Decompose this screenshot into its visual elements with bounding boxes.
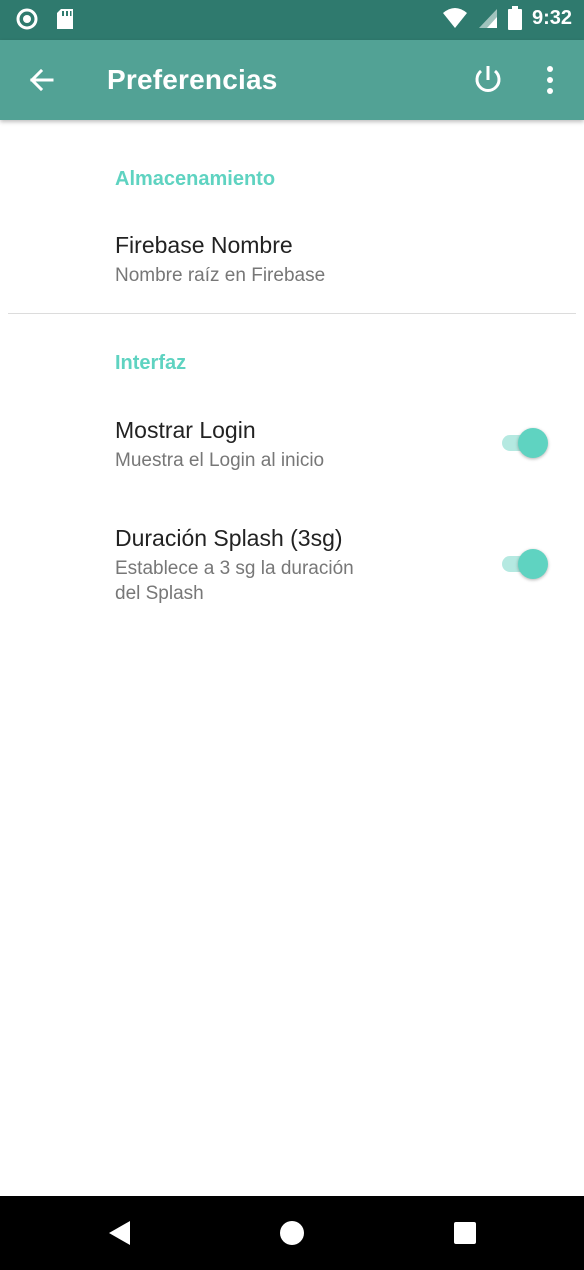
pref-summary: Nombre raíz en Firebase <box>115 265 326 286</box>
arrow-left-icon[interactable] <box>24 62 60 98</box>
pref-title: Mostrar Login <box>115 417 256 443</box>
app-bar: Preferencias <box>0 40 584 120</box>
nav-bar <box>0 1196 584 1270</box>
category-interfaz: Interfaz <box>115 352 187 374</box>
pref-summary-line-1: Establece a 3 sg la duración <box>115 558 354 579</box>
pref-title: Firebase Nombre <box>115 232 293 258</box>
status-left-icons <box>16 8 74 30</box>
clock: 9:32 <box>531 6 572 29</box>
switch-thumb <box>518 549 548 579</box>
status-bar: 9:32 <box>0 0 584 40</box>
sync-circle-icon <box>16 8 38 30</box>
switch-thumb <box>518 428 548 458</box>
wifi-icon <box>442 8 467 28</box>
sd-card-icon <box>57 9 73 29</box>
signal-icon <box>478 9 497 28</box>
battery-icon <box>507 6 522 30</box>
status-right-icons: 9:32 <box>442 6 572 30</box>
page-title: Preferencias <box>107 64 278 95</box>
duracion-splash-switch[interactable] <box>500 546 548 582</box>
pref-title: Duración Splash (3sg) <box>115 525 343 551</box>
power-icon[interactable] <box>468 60 508 100</box>
pref-summary-line-2: del Splash <box>115 583 204 604</box>
pref-summary: Muestra el Login al inicio <box>115 450 325 471</box>
mostrar-login-switch[interactable] <box>500 425 548 461</box>
back-triangle-icon[interactable] <box>104 1218 134 1248</box>
section-divider <box>8 313 576 314</box>
recents-square-icon[interactable] <box>450 1218 480 1248</box>
home-circle-icon[interactable] <box>277 1218 307 1248</box>
more-vert-icon[interactable] <box>538 62 562 98</box>
category-almacenamiento: Almacenamiento <box>115 168 276 190</box>
